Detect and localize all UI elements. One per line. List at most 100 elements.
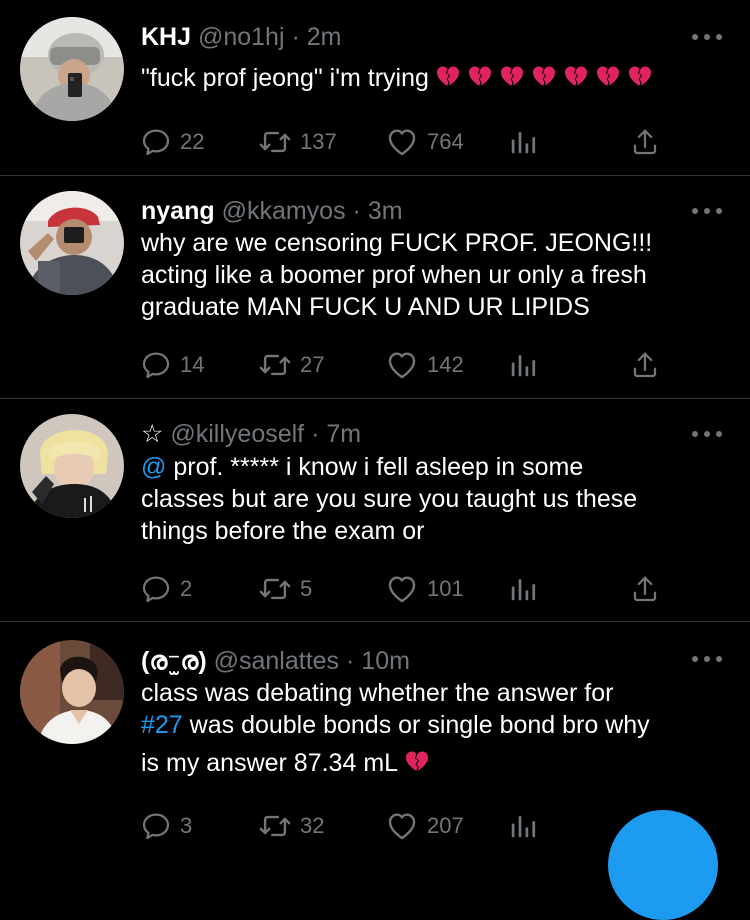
tweet-text: @ prof. ***** i know i fell asleep in so… xyxy=(141,451,731,547)
separator-dot: · xyxy=(291,23,300,51)
retweet-icon xyxy=(258,125,292,159)
timestamp[interactable]: 7m xyxy=(326,420,361,448)
tweet-actions: 22 137 764 xyxy=(140,125,700,159)
analytics-icon xyxy=(508,811,538,841)
display-name[interactable]: KHJ xyxy=(141,23,191,51)
heart-icon xyxy=(385,809,419,843)
like-count: 207 xyxy=(427,813,464,838)
tweet-text-line: class was debating whether the answer fo… xyxy=(141,679,614,707)
broken-heart-emoji-icon xyxy=(563,63,589,89)
timestamp[interactable]: 3m xyxy=(368,197,403,225)
tweet[interactable]: nyang @kkamyos · 3m why are we censoring… xyxy=(0,176,750,398)
avatar[interactable] xyxy=(20,191,124,295)
heart-icon xyxy=(385,348,419,382)
share-button[interactable] xyxy=(630,348,660,382)
tweet-header: KHJ @no1hj · 2m xyxy=(141,22,342,52)
retweet-button[interactable]: 27 xyxy=(258,348,324,382)
retweet-count: 27 xyxy=(300,352,325,377)
display-name[interactable]: ☆ xyxy=(141,420,163,448)
timestamp[interactable]: 2m xyxy=(307,23,342,51)
tweet-actions: 2 5 101 xyxy=(140,572,700,606)
retweet-button[interactable]: 137 xyxy=(258,125,337,159)
heart-icon xyxy=(385,125,419,159)
broken-heart-emoji-row xyxy=(398,749,430,777)
reply-count: 22 xyxy=(180,129,205,154)
analytics-button[interactable] xyxy=(508,572,538,606)
broken-heart-emoji-row xyxy=(429,64,653,92)
retweet-count: 32 xyxy=(300,813,325,838)
user-handle[interactable]: @killyeoself xyxy=(170,420,304,448)
compose-tweet-button[interactable] xyxy=(608,810,718,920)
reply-button[interactable]: 22 xyxy=(140,125,204,159)
like-button[interactable]: 207 xyxy=(385,809,464,843)
tweet-actions: 14 27 142 xyxy=(140,348,700,382)
avatar[interactable] xyxy=(20,17,124,121)
tweet-text: why are we censoring FUCK PROF. JEONG!!!… xyxy=(141,227,731,323)
tweet-text-line: is my answer 87.34 mL xyxy=(141,749,399,777)
reply-button[interactable]: 14 xyxy=(140,348,204,382)
tweet-header: nyang @kkamyos · 3m xyxy=(141,196,403,226)
like-button[interactable]: 142 xyxy=(385,348,464,382)
broken-heart-emoji-icon xyxy=(531,63,557,89)
reply-count: 2 xyxy=(180,576,193,601)
tweet-text-line: was double bonds or single bond bro why xyxy=(182,711,650,739)
reply-icon xyxy=(140,810,172,842)
reply-button[interactable]: 3 xyxy=(140,809,192,843)
tweet[interactable]: ☆ @killyeoself · 7m @ prof. ***** i know… xyxy=(0,399,750,621)
share-icon xyxy=(630,574,660,604)
mention-link[interactable]: @ xyxy=(141,453,166,481)
like-button[interactable]: 764 xyxy=(385,125,464,159)
user-handle[interactable]: @no1hj xyxy=(198,23,285,51)
broken-heart-emoji-icon xyxy=(595,63,621,89)
broken-heart-emoji-icon xyxy=(499,63,525,89)
separator-dot: · xyxy=(346,647,355,675)
hashtag-link[interactable]: #27 xyxy=(141,711,183,739)
tweet-text-line: acting like a boomer prof when ur only a… xyxy=(141,261,647,289)
reply-count: 3 xyxy=(180,813,193,838)
more-icon[interactable] xyxy=(692,31,722,43)
more-icon[interactable] xyxy=(692,428,722,440)
retweet-count: 137 xyxy=(300,129,337,154)
tweet-header: ☆ @killyeoself · 7m xyxy=(141,419,361,449)
display-name[interactable]: nyang xyxy=(141,197,215,225)
retweet-icon xyxy=(258,809,292,843)
retweet-icon xyxy=(258,348,292,382)
reply-count: 14 xyxy=(180,352,205,377)
analytics-icon xyxy=(508,350,538,380)
retweet-count: 5 xyxy=(300,576,313,601)
like-count: 142 xyxy=(427,352,464,377)
broken-heart-emoji-icon xyxy=(467,63,493,89)
separator-dot: · xyxy=(352,197,361,225)
tweet-text-line: "fuck prof jeong" i'm trying xyxy=(141,64,429,92)
share-button[interactable] xyxy=(630,572,660,606)
tweet-text: "fuck prof jeong" i'm trying xyxy=(141,62,731,94)
user-handle[interactable]: @sanlattes xyxy=(214,647,339,675)
more-icon[interactable] xyxy=(692,653,722,665)
reply-button[interactable]: 2 xyxy=(140,572,192,606)
tweet-header: (ര⁻̫ര) @sanlattes · 10m xyxy=(141,646,410,676)
display-name[interactable]: (ര⁻̫ര) xyxy=(141,647,207,675)
more-icon[interactable] xyxy=(692,205,722,217)
analytics-icon xyxy=(508,574,538,604)
reply-icon xyxy=(140,349,172,381)
user-handle[interactable]: @kkamyos xyxy=(222,197,346,225)
retweet-button[interactable]: 5 xyxy=(258,572,312,606)
avatar[interactable] xyxy=(20,640,124,744)
analytics-button[interactable] xyxy=(508,809,538,843)
broken-heart-emoji-icon xyxy=(627,63,653,89)
share-button[interactable] xyxy=(630,125,660,159)
share-icon xyxy=(630,127,660,157)
tweet-text-line: prof. ***** i know i fell asleep in some xyxy=(166,453,584,481)
retweet-button[interactable]: 32 xyxy=(258,809,324,843)
tweet[interactable]: KHJ @no1hj · 2m "fuck prof jeong" i'm tr… xyxy=(0,0,750,175)
tweet-text-line: classes but are you sure you taught us t… xyxy=(141,485,638,513)
analytics-button[interactable] xyxy=(508,348,538,382)
analytics-button[interactable] xyxy=(508,125,538,159)
like-count: 764 xyxy=(427,129,464,154)
share-icon xyxy=(630,350,660,380)
avatar[interactable] xyxy=(20,414,124,518)
broken-heart-emoji-icon xyxy=(435,63,461,89)
analytics-icon xyxy=(508,127,538,157)
like-button[interactable]: 101 xyxy=(385,572,464,606)
timestamp[interactable]: 10m xyxy=(361,647,410,675)
